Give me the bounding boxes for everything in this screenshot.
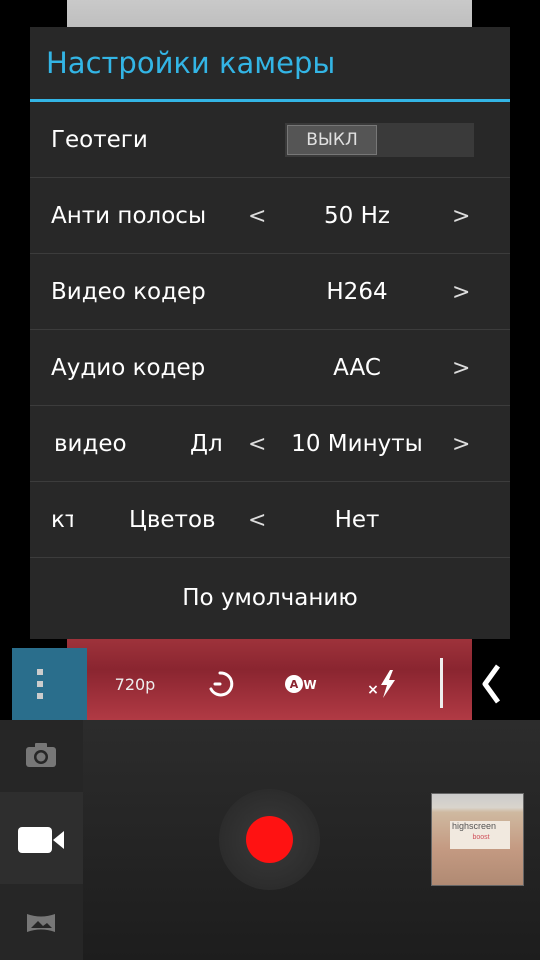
geotag-toggle-knob: ВЫКЛ <box>287 125 377 155</box>
toolbar-divider <box>440 658 443 708</box>
antibanding-prev-button[interactable]: < <box>248 178 266 254</box>
video-mode-icon[interactable] <box>17 825 65 859</box>
svg-text:W: W <box>303 678 316 692</box>
video-encoder-value: H264 <box>326 279 388 305</box>
resolution-button[interactable]: 720p <box>110 648 160 720</box>
video-duration-label-part1: видео <box>54 431 127 457</box>
video-duration-label-part1-clip: видео <box>54 406 134 482</box>
video-duration-label-part2-clip: Дл <box>190 406 226 482</box>
chevron-left-icon[interactable] <box>476 648 506 720</box>
color-effect-label-part1-clip: кт <box>51 482 73 558</box>
camera-toolbar: 720p A W × <box>12 648 472 720</box>
camera-settings-dialog: Настройки камеры Геотеги ВЫКЛ Анти полос… <box>30 27 510 639</box>
restore-defaults-button[interactable]: По умолчанию <box>30 558 510 638</box>
record-button[interactable] <box>219 789 320 890</box>
audio-encoder-next-button[interactable]: > <box>452 330 470 406</box>
panorama-mode-icon[interactable] <box>26 912 56 938</box>
color-effect-value: Нет <box>334 507 380 533</box>
menu-dot-icon <box>36 669 43 675</box>
color-effect-label-part2: Цветов <box>129 507 216 533</box>
thumbnail-sub: boost <box>472 834 490 841</box>
thumbnail-brand: highscreen <box>452 821 497 831</box>
menu-dot-icon <box>36 681 43 687</box>
record-dot-icon <box>246 816 293 863</box>
menu-dot-icon <box>36 693 43 699</box>
last-capture-thumbnail[interactable]: highscreen boost <box>431 793 524 886</box>
video-duration-value: 10 Минуты <box>291 431 423 457</box>
antibanding-next-button[interactable]: > <box>452 178 470 254</box>
video-encoder-next-button[interactable]: > <box>452 254 470 330</box>
video-duration-next-button[interactable]: > <box>452 406 470 482</box>
svg-text:×: × <box>367 682 379 698</box>
audio-encoder-label: Аудио кодер <box>51 355 206 381</box>
video-encoder-row: Видео кодер H264 > <box>30 254 510 330</box>
audio-encoder-value: AAC <box>333 355 381 381</box>
antibanding-value: 50 Hz <box>324 203 390 229</box>
camera-mode-icon[interactable] <box>25 742 57 772</box>
antibanding-row: Анти полосы < 50 Hz > <box>30 178 510 254</box>
color-effect-label-part1: кт <box>51 507 73 533</box>
color-effect-label-part2-clip: Цветов <box>129 482 225 558</box>
menu-button[interactable] <box>12 648 87 720</box>
color-effect-row: кт Цветов < Нет <box>30 482 510 558</box>
color-effect-prev-button[interactable]: < <box>248 482 266 558</box>
timer-icon[interactable] <box>200 648 240 720</box>
camera-preview-top <box>67 0 472 30</box>
dialog-title: Настройки камеры <box>30 27 510 102</box>
video-duration-row: видео Дл < 10 Минуты > <box>30 406 510 482</box>
geotag-toggle[interactable]: ВЫКЛ <box>285 123 474 157</box>
flash-off-icon[interactable]: × <box>362 648 406 720</box>
video-duration-label-part2: Дл <box>190 431 223 457</box>
audio-encoder-row: Аудио кодер AAC > <box>30 330 510 406</box>
geotag-row[interactable]: Геотеги ВЫКЛ <box>30 102 510 178</box>
video-encoder-label: Видео кодер <box>51 279 206 305</box>
auto-white-balance-icon[interactable]: A W <box>280 648 324 720</box>
svg-text:A: A <box>290 678 299 691</box>
geotag-label: Геотеги <box>51 127 148 153</box>
thumbnail-box-label: highscreen boost <box>450 821 510 849</box>
video-duration-prev-button[interactable]: < <box>248 406 266 482</box>
antibanding-label: Анти полосы <box>51 203 207 229</box>
